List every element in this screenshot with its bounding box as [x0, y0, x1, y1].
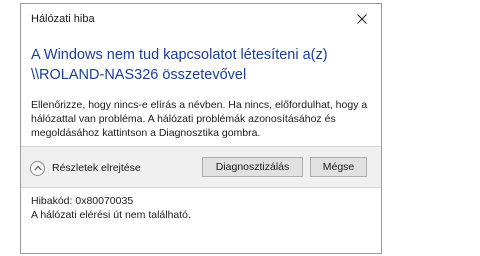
- error-details: Hibakód: 0x80070035 A hálózati elérési ú…: [31, 194, 361, 222]
- window-title: Hálózati hiba: [31, 13, 95, 25]
- details-toggle[interactable]: Részletek elrejtése: [30, 159, 141, 177]
- close-icon: [357, 14, 367, 24]
- error-message: A hálózati elérési út nem található.: [31, 209, 191, 221]
- close-button[interactable]: [343, 4, 381, 34]
- error-code: Hibakód: 0x80070035: [31, 195, 134, 207]
- cancel-button[interactable]: Mégse: [310, 157, 367, 177]
- error-heading-line-1: A Windows nem tud kapcsolatot létesíteni…: [31, 47, 328, 63]
- action-bar: Részletek elrejtése Diagnosztizálás Mégs…: [21, 146, 381, 188]
- error-description: Ellenőrizze, hogy nincs-e elírás a névbe…: [31, 99, 368, 139]
- title-bar: Hálózati hiba: [21, 4, 381, 34]
- error-heading: A Windows nem tud kapcsolatot létesíteni…: [31, 45, 371, 85]
- error-heading-line-2: \\ROLAND-NAS326 összetevővel: [31, 67, 247, 83]
- diagnose-button[interactable]: Diagnosztizálás: [202, 157, 303, 177]
- chevron-up-icon: [30, 160, 45, 176]
- details-toggle-label: Részletek elrejtése: [52, 162, 141, 174]
- network-error-dialog: Hálózati hiba A Windows nem tud kapcsola…: [20, 3, 382, 254]
